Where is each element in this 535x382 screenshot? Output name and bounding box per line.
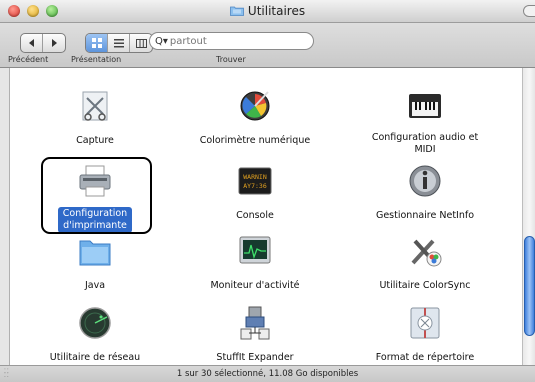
item-netinfo[interactable]: Gestionnaire NetInfo <box>355 163 495 222</box>
console-icon-line2: AY7:36 <box>243 182 267 190</box>
item-audio-midi[interactable]: Configuration audio et MIDI <box>355 88 495 156</box>
item-label: Moniteur d'activité <box>210 280 300 291</box>
view-mode-control <box>85 33 153 53</box>
window-title-text: Utilitaires <box>247 4 306 18</box>
scrollbar-thumb[interactable] <box>524 236 535 336</box>
item-label-line2: MIDI <box>414 144 436 155</box>
item-label-line1: Configuration audio et <box>371 132 479 143</box>
icon-view-button[interactable] <box>86 34 108 52</box>
item-label: Console <box>236 210 274 221</box>
finder-window: Utilitaires Q▾ partout Précédent Présent… <box>0 0 535 382</box>
console-icon: WARNIN AY7:36 <box>238 167 272 195</box>
search-field[interactable]: Q▾ <box>149 32 314 50</box>
folder-icon <box>230 6 244 16</box>
forward-arrow-icon <box>52 39 57 47</box>
audio-midi-icon <box>409 94 441 118</box>
status-text: 1 sur 30 sélectionné, 11.08 Go disponibl… <box>176 369 359 379</box>
java-folder-icon <box>79 240 111 266</box>
item-capture[interactable]: Capture <box>25 88 165 147</box>
console-icon-line1: WARNIN <box>243 173 267 181</box>
list-view-button[interactable] <box>108 34 130 52</box>
search-icon: Q▾ <box>155 35 168 47</box>
item-label: Gestionnaire NetInfo <box>375 210 475 221</box>
status-bar: ⁚⁚ ⁚⁚ 1 sur 30 sélectionné, 11.08 Go disp… <box>0 365 535 382</box>
highlight-ring <box>41 157 152 234</box>
stuffit-icon <box>240 306 270 340</box>
title-bar[interactable]: Utilitaires <box>0 0 535 23</box>
icon-view-icon <box>91 38 102 48</box>
item-label: Utilitaire de réseau <box>49 352 141 363</box>
item-stuffit[interactable]: StuffIt Expander <box>185 305 325 364</box>
back-arrow-icon <box>28 39 34 47</box>
colorimeter-icon <box>240 91 270 121</box>
item-console[interactable]: WARNIN AY7:36 Console <box>185 163 325 222</box>
item-network-utility[interactable]: Utilitaire de réseau <box>25 305 165 364</box>
item-label: Format de répertoire <box>375 352 475 363</box>
item-label: Capture <box>76 135 114 146</box>
back-forward-control <box>20 33 66 53</box>
view-label: Présentation <box>71 55 122 64</box>
item-label: Colorimètre numérique <box>199 135 311 146</box>
item-label: StuffIt Expander <box>216 352 294 363</box>
vertical-scrollbar[interactable] <box>522 68 535 365</box>
item-label: Utilitaire ColorSync <box>379 280 471 291</box>
search-input[interactable] <box>169 35 305 47</box>
item-label: Configuration audio et MIDI <box>369 132 481 156</box>
netinfo-icon <box>409 165 441 197</box>
forward-button[interactable] <box>43 34 65 52</box>
column-view-icon <box>135 38 147 48</box>
directory-format-icon <box>410 307 440 339</box>
search-label: Trouver <box>216 55 246 64</box>
activity-monitor-icon <box>239 236 271 264</box>
capture-icon <box>82 91 108 121</box>
toolbar-toggle-button[interactable] <box>523 5 535 17</box>
network-utility-icon <box>79 307 111 339</box>
list-view-icon <box>113 38 124 47</box>
back-label: Précédent <box>8 55 49 64</box>
item-label: Java <box>84 280 106 291</box>
item-colorimetre[interactable]: Colorimètre numérique <box>185 88 325 147</box>
item-directory-format[interactable]: Format de répertoire <box>355 305 495 364</box>
back-button[interactable] <box>21 34 43 52</box>
colorsync-icon <box>411 239 442 267</box>
item-activity-monitor[interactable]: Moniteur d'activité <box>185 233 325 292</box>
item-java[interactable]: Java <box>25 233 165 292</box>
toolbar: Q▾ Précédent Présentation Trouver <box>0 23 535 68</box>
window-title: Utilitaires <box>0 4 535 18</box>
item-colorsync[interactable]: Utilitaire ColorSync <box>355 233 495 292</box>
